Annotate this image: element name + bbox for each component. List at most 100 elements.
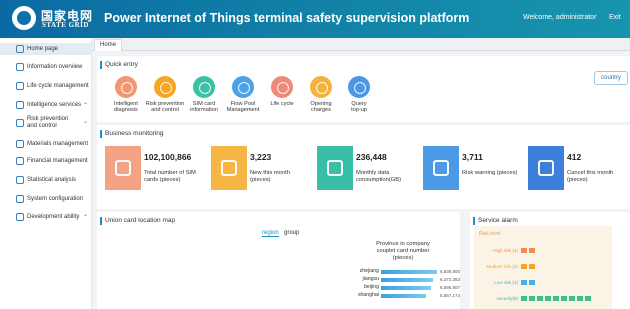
tab-region[interactable]: region [262,230,279,237]
risk-row-label: Medium risk (3) [486,264,518,269]
chevron-down-icon: ⌄ [83,119,89,125]
business-stat-card: 102,100,866 Total number of SIM cards (pi… [105,146,203,190]
ranking-title: Province in company couplet card number … [376,241,430,261]
stat-value: 102,100,866 [144,152,192,162]
risk-count-segment [529,264,535,269]
sidebar-item-label: Life cycle management [27,83,89,89]
stat-icon-tile [317,146,353,190]
quick-entry-item[interactable]: Life cycle [262,76,302,107]
top-header: 国家电网 STATE GRID Power Internet of Things… [0,0,630,38]
stat-label: Risk warning (pieces) [462,170,518,176]
province-name: zhejiang [359,268,379,274]
risk-count-segment [521,264,527,269]
exit-link[interactable]: Exit [609,14,621,21]
quick-entry-item[interactable]: Flow Pool Management [223,76,263,113]
chevron-down-icon: ⌄ [83,212,89,218]
quick-entry-label: Life cycle [270,101,294,107]
business-stat-card: 3,223 New this month (pieces) [211,146,309,190]
quick-entry-label: Intelligent diagnosis [114,101,138,113]
tab-bar: Home [92,38,630,51]
risk-count-segment [553,296,559,301]
risk-count-segment [529,280,535,285]
info-icon [16,63,24,71]
chevron-down-icon: ⌄ [83,100,89,106]
tab-home[interactable]: Home [94,39,123,51]
sidebar-item[interactable]: Materials management [0,138,92,150]
province-bar [381,278,434,282]
quick-entry-title: Quick entry [100,61,138,69]
sim-icon [193,76,215,98]
stat-icon-tile [211,146,247,190]
stat-label: New this month (pieces) [250,170,290,183]
risk-count-segment [521,296,527,301]
sidebar-item[interactable]: Financial management [0,155,92,167]
quick-entry-item[interactable]: Risk prevention and control [145,76,185,113]
quick-entry-item[interactable]: Intelligent diagnosis [106,76,146,113]
stat-value: 412 [567,152,582,162]
box-icon [16,140,24,148]
sidebar: Home page Information overview Life cycle … [0,38,92,309]
sidebar-item[interactable]: Development ability ⌄ [0,211,92,223]
sidebar-item[interactable]: Home page [0,43,92,55]
risk-row-label: Low risk (4) [494,280,518,285]
risk-count-segment [521,248,527,253]
quick-entry-label: Flow Pool Management [226,101,260,113]
risk-count-segment [585,296,591,301]
app-title: Power Internet of Things terminal safety… [104,11,470,25]
sidebar-item-label: Financial management [27,158,88,164]
business-monitoring-title: Business monitoring [100,130,164,138]
sidebar-item-label: Risk prevention and control [27,116,69,129]
country-button-label: country [601,75,621,81]
quick-entry-label: SIM card information [190,101,218,113]
province-bar [381,270,437,274]
pie-icon [538,160,554,176]
stat-label: Total number of SIM cards (pieces) [144,170,196,183]
risk-count-segment [529,296,535,301]
service-alarm-title: Service alarm [473,217,518,225]
tab-group[interactable]: group [284,230,299,236]
card-location-map-panel: Union card location map region group Pro… [97,212,460,309]
stat-icon-tile [423,146,459,190]
cycle-icon [16,82,24,90]
sidebar-item-label: Home page [27,46,59,52]
lightning-icon [433,160,449,176]
sidebar-item[interactable]: Life cycle management [0,80,92,92]
lifecycle-icon [271,76,293,98]
province-name: shanghai [357,292,379,298]
map-title: Union card location map [99,217,176,225]
stat-icon-tile [528,146,564,190]
diagnosis-icon [115,76,137,98]
sidebar-item[interactable]: Information overview [0,61,92,73]
finance-icon [16,157,24,165]
province-name: jiangsu [362,276,379,282]
simcard-icon [115,160,131,176]
sidebar-item[interactable]: Statistical analysis [0,174,92,186]
sidebar-item-label: Statistical analysis [27,177,77,183]
sidebar-item[interactable]: System configuration [0,193,92,205]
home-icon [16,45,24,53]
query-icon [348,76,370,98]
flow-icon [232,76,254,98]
province-bar [381,286,431,290]
country-button[interactable]: country [594,71,628,85]
barchart-icon [327,160,343,176]
risk-count-segment [545,296,551,301]
risk-icon [154,76,176,98]
quick-entry-item[interactable]: Opening charges [301,76,341,113]
state-grid-logo: 国家电网 STATE GRID [12,6,92,32]
quick-entry-item[interactable]: SIM card information [184,76,224,113]
quick-entry-panel: Quick entry country Intelligent diagnosi… [97,56,630,122]
stat-label: Cancel this month (pieces) [567,170,614,183]
sidebar-item[interactable]: Risk prevention and control ⌄ [0,116,92,132]
logo-emblem-icon [12,6,36,30]
risk-count-segment [577,296,583,301]
risk-count-segment [521,280,527,285]
business-stat-card: 3,711 Risk warning (pieces) [423,146,521,190]
logo-text-en: STATE GRID [42,21,89,29]
sidebar-item[interactable]: Intelligence services ⌄ [0,99,92,111]
quick-entry-label: Risk prevention and control [145,101,185,113]
chart-icon [16,176,24,184]
province-bar [381,294,427,298]
quick-entry-item[interactable]: Query top-up [339,76,379,113]
risk-count-segment [537,296,543,301]
